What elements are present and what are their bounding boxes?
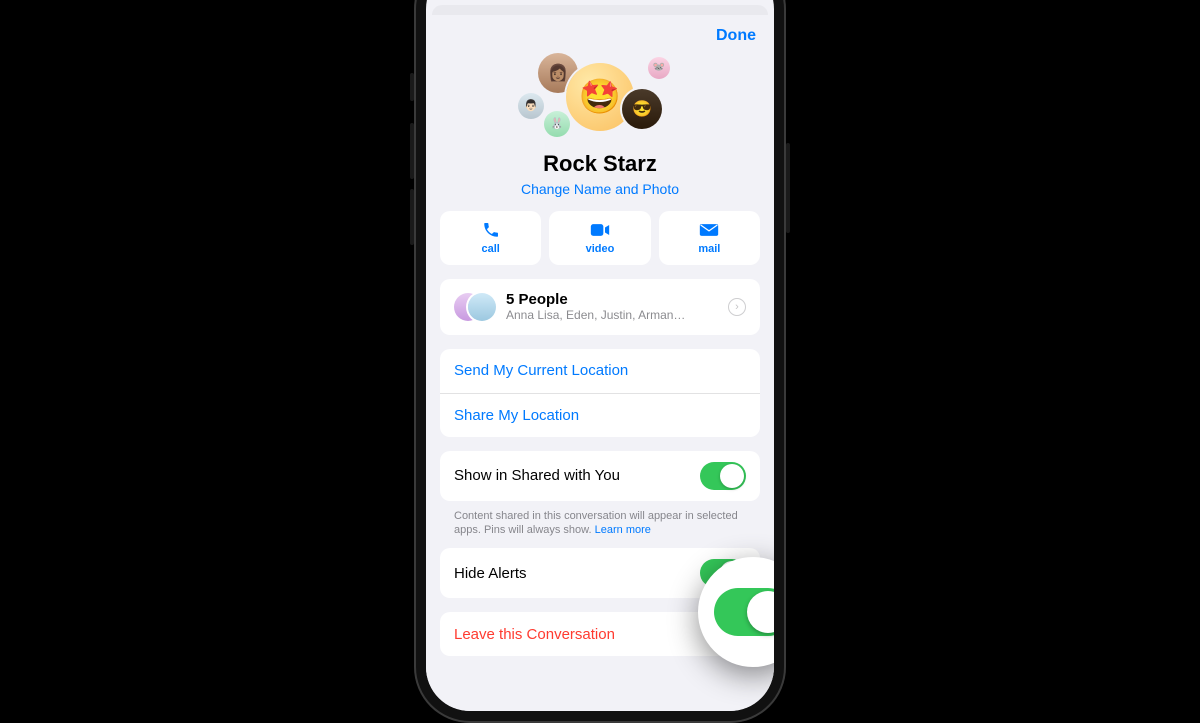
shared-with-you-card: Show in Shared with You bbox=[440, 451, 760, 501]
phone-icon bbox=[482, 220, 500, 240]
learn-more-link[interactable]: Learn more bbox=[595, 524, 651, 536]
sheet-background-peek bbox=[432, 5, 768, 15]
people-avatars bbox=[454, 290, 498, 324]
share-my-location-button[interactable]: Share My Location bbox=[440, 393, 760, 437]
people-names: Anna Lisa, Eden, Justin, Arman… bbox=[506, 308, 728, 322]
mail-icon bbox=[699, 220, 719, 240]
show-in-shared-toggle[interactable] bbox=[700, 462, 746, 490]
group-name: Rock Starz bbox=[426, 151, 774, 177]
phone-frame: 9:41 Done 👩🏽 👨🏻 🐰 🤩 🐭 😎 Rock Starz C bbox=[414, 0, 786, 723]
done-button[interactable]: Done bbox=[716, 27, 756, 45]
change-name-photo-link[interactable]: Change Name and Photo bbox=[426, 181, 774, 197]
send-current-location-button[interactable]: Send My Current Location bbox=[440, 349, 760, 393]
member-avatar: 🐭 bbox=[648, 57, 670, 79]
people-count: 5 People bbox=[506, 291, 728, 308]
group-avatar-cluster: 👩🏽 👨🏻 🐰 🤩 🐭 😎 bbox=[426, 49, 774, 149]
screen: 9:41 Done 👩🏽 👨🏻 🐰 🤩 🐭 😎 Rock Starz C bbox=[426, 0, 774, 711]
video-button[interactable]: video bbox=[549, 211, 650, 265]
people-card[interactable]: 5 People Anna Lisa, Eden, Justin, Arman…… bbox=[440, 279, 760, 335]
shared-footnote: Content shared in this conversation will… bbox=[426, 509, 774, 549]
avatar bbox=[468, 293, 496, 321]
call-label: call bbox=[481, 243, 499, 255]
mail-button[interactable]: mail bbox=[659, 211, 760, 265]
hide-alerts-toggle-magnified[interactable] bbox=[714, 588, 774, 636]
video-label: video bbox=[586, 243, 615, 255]
call-button[interactable]: call bbox=[440, 211, 541, 265]
sheet-header: Done bbox=[426, 15, 774, 49]
power-button bbox=[786, 143, 790, 233]
show-in-shared-label: Show in Shared with You bbox=[454, 467, 620, 484]
hide-alerts-label: Hide Alerts bbox=[454, 565, 527, 582]
chevron-right-icon: › bbox=[728, 298, 746, 316]
location-card: Send My Current Location Share My Locati… bbox=[440, 349, 760, 437]
show-in-shared-row: Show in Shared with You bbox=[440, 451, 760, 501]
volume-down-button bbox=[410, 189, 414, 245]
mute-switch bbox=[410, 73, 414, 101]
mail-label: mail bbox=[698, 243, 720, 255]
member-avatar: 🐰 bbox=[544, 111, 570, 137]
member-avatar: 👨🏻 bbox=[518, 93, 544, 119]
action-row: call video mail bbox=[426, 211, 774, 279]
volume-up-button bbox=[410, 123, 414, 179]
people-row[interactable]: 5 People Anna Lisa, Eden, Justin, Arman…… bbox=[440, 279, 760, 335]
video-icon bbox=[590, 220, 610, 240]
member-avatar: 😎 bbox=[622, 89, 662, 129]
group-avatar[interactable]: 🤩 bbox=[566, 63, 634, 131]
